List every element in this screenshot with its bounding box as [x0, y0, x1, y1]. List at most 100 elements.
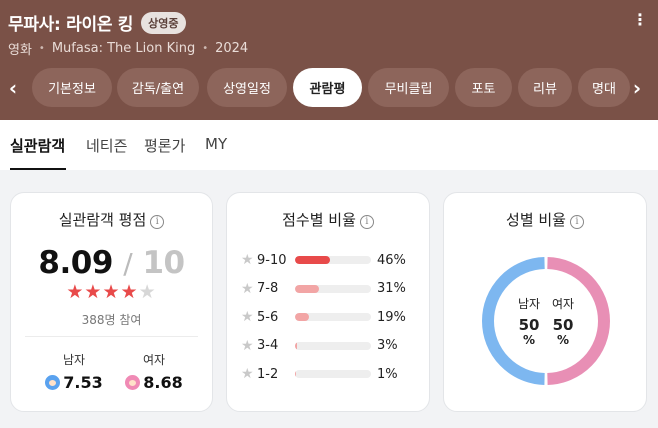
movie-meta: 영화 • Mufasa: The Lion King • 2024 — [8, 39, 248, 58]
distribution-bar — [295, 341, 298, 350]
info-icon[interactable]: i — [150, 215, 165, 229]
score-range-label: 9-10 — [257, 252, 287, 268]
average-score: 8.09 / 10 — [11, 245, 212, 281]
distribution-percent: 31% — [377, 281, 406, 296]
male-score: 7.53 — [63, 373, 103, 392]
subtab-netizen[interactable]: 네티즌 — [86, 135, 127, 156]
female-score: 8.68 — [143, 373, 183, 392]
female-score-row: 8.68 — [119, 373, 189, 392]
divider — [25, 336, 198, 337]
chevron-right-icon[interactable]: › — [624, 68, 650, 108]
female-label: 여자 — [142, 353, 166, 367]
distribution-bar-track — [295, 284, 371, 293]
subtab-critic[interactable]: 평론가 — [144, 135, 185, 156]
distribution-row: ★ 7-8 31% — [241, 280, 406, 298]
subtab-real-audience[interactable]: 실관람객 — [10, 135, 65, 156]
star-filled-icon: ★ — [120, 281, 139, 303]
distribution-bar-track — [295, 370, 371, 378]
star-filled-icon: ★ — [102, 281, 121, 303]
donut-female-value: 50 — [552, 316, 574, 334]
donut-male-label: 남자 — [517, 297, 541, 311]
meta-original-title: Mufasa: The Lion King — [51, 41, 196, 56]
meta-year: 2024 — [215, 41, 249, 56]
distribution-percent: 19% — [377, 309, 406, 325]
active-subtab-indicator — [10, 168, 66, 170]
distribution-card-title-text: 점수별 비율 — [282, 211, 356, 229]
star-icon: ★ — [241, 252, 254, 268]
star-icon: ★ — [241, 280, 254, 297]
donut-female: 여자 50 % — [546, 295, 580, 347]
donut-male-unit: % — [522, 333, 536, 347]
score-range-label: 3-4 — [257, 338, 279, 353]
tab-reviews-rating[interactable]: 관람평 — [293, 68, 362, 107]
participant-count: 388명 참여 — [81, 313, 142, 327]
donut-female-unit: % — [556, 333, 570, 347]
score-distribution-card: 점수별 비율 i ★ 9-10 46% ★ 7-8 31% ★ 5-6 19% ★ 3-4 3% ★ 1-2… — [226, 192, 430, 412]
star-icon: ★ — [241, 366, 254, 382]
score-slash: / — [123, 247, 133, 280]
distribution-row: ★ 3-4 3% — [241, 337, 398, 355]
more-vertical-icon[interactable]: ⋮ — [632, 12, 648, 28]
info-icon[interactable]: i — [359, 215, 374, 229]
male-label: 남자 — [62, 353, 86, 367]
star-filled-icon: ★ — [66, 281, 85, 303]
star-icon: ★ — [241, 309, 254, 325]
distribution-bar — [295, 284, 319, 293]
score-range-label: 5-6 — [257, 309, 279, 325]
distribution-bar — [295, 256, 330, 264]
rating-card-title-text: 실관람객 평점 — [58, 211, 147, 229]
male-rating: 남자 7.53 — [39, 351, 109, 392]
chevron-left-icon[interactable]: ‹ — [0, 68, 26, 108]
distribution-card-title: 점수별 비율 i — [227, 209, 429, 230]
tab-director-cast[interactable]: 감독/출연 — [117, 68, 199, 107]
gender-card-title: 성별 비율 i — [444, 209, 646, 230]
separator-dot-icon: • — [38, 43, 45, 54]
title-row: 무파사: 라이온 킹 상영중 — [8, 10, 186, 35]
status-badge: 상영중 — [141, 11, 186, 34]
distribution-bar-track — [295, 341, 371, 350]
distribution-bar — [295, 370, 296, 378]
distribution-bar-track — [295, 313, 371, 321]
gender-card-title-text: 성별 비율 — [506, 211, 566, 229]
tab-bar: ‹ 기본정보 감독/출연 상영일정 관람평 무비클립 포토 리뷰 명대 › — [0, 68, 658, 108]
score-value: 8.09 — [38, 245, 113, 281]
male-score-row: 7.53 — [39, 373, 109, 392]
movie-header: 무파사: 라이온 킹 상영중 ⋮ 영화 • Mufasa: The Lion K… — [0, 0, 658, 120]
star-filled-icon: ★ — [84, 281, 103, 303]
tab-movie-clip[interactable]: 무비클립 — [368, 68, 449, 107]
star-empty-icon: ★ — [138, 281, 157, 303]
female-avatar-icon — [125, 375, 141, 390]
donut-male-value: 50 — [518, 316, 540, 334]
score-range-label: 7-8 — [257, 281, 279, 296]
gender-ratio-card: 성별 비율 i 남자 50 % 여자 50 % — [443, 192, 647, 412]
info-icon[interactable]: i — [569, 215, 584, 229]
distribution-row: ★ 9-10 46% — [241, 251, 406, 269]
score-range-label: 1-2 — [257, 366, 279, 382]
tab-famous-lines[interactable]: 명대 — [578, 68, 630, 107]
star-rating: ★★★★★ — [11, 281, 212, 303]
distribution-bar — [295, 313, 310, 321]
distribution-percent: 46% — [377, 252, 406, 268]
distribution-bar-track — [295, 256, 371, 264]
tab-review[interactable]: 리뷰 — [518, 68, 572, 107]
donut-male: 남자 50 % — [512, 295, 546, 347]
distribution-row: ★ 1-2 1% — [241, 365, 398, 383]
tab-basic-info[interactable]: 기본정보 — [32, 68, 112, 107]
distribution-percent: 1% — [377, 366, 398, 382]
page-title: 무파사: 라이온 킹 — [8, 15, 134, 35]
meta-genre: 영화 — [8, 43, 32, 58]
main-content: 실관람객 네티즌 평론가 MY 실관람객 평점 i 8.09 / 10 ★★★★★… — [0, 120, 658, 428]
score-max: 10 — [142, 245, 185, 281]
female-rating: 여자 8.68 — [119, 351, 189, 392]
distribution-row: ★ 5-6 19% — [241, 308, 406, 326]
subtab-bar: 실관람객 네티즌 평론가 MY — [0, 120, 658, 170]
tab-schedule[interactable]: 상영일정 — [207, 68, 287, 107]
donut-female-label: 여자 — [551, 297, 575, 311]
separator-dot-icon: • — [202, 43, 209, 54]
tab-photo[interactable]: 포토 — [455, 68, 512, 107]
distribution-percent: 3% — [377, 338, 398, 353]
rating-card: 실관람객 평점 i 8.09 / 10 ★★★★★ 388명 참여 남자 7.53… — [10, 192, 213, 412]
male-avatar-icon — [45, 375, 61, 390]
rating-card-title: 실관람객 평점 i — [11, 209, 212, 230]
subtab-my[interactable]: MY — [205, 135, 227, 153]
